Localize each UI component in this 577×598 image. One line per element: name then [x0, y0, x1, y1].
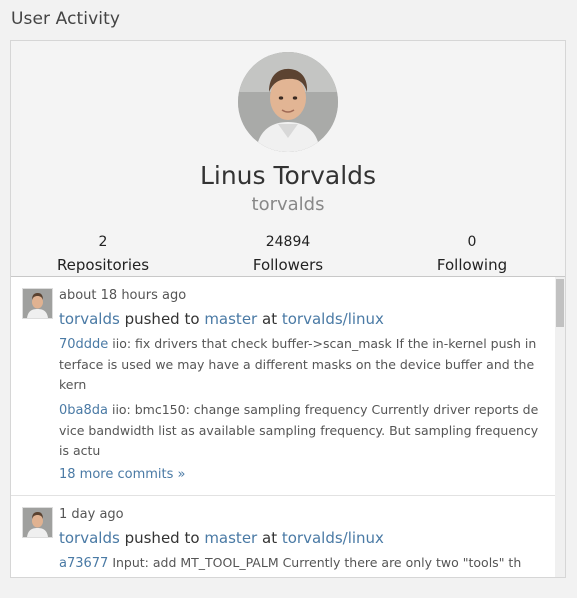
commit-item: 0ba8da iio: bmc150: change sampling freq…: [59, 400, 541, 461]
avatar-thumbnail-image: [23, 289, 52, 318]
stat-following[interactable]: 0 Following: [402, 233, 542, 275]
commit-item: 70ddde iio: fix drivers that check buffe…: [59, 334, 541, 395]
profile-username: torvalds: [251, 194, 325, 215]
commit-sha-link[interactable]: 70ddde: [59, 337, 108, 352]
event-user-link[interactable]: torvalds: [59, 310, 120, 328]
event-time: about 18 hours ago: [59, 288, 187, 303]
stat-repositories[interactable]: 2 Repositories: [33, 233, 173, 275]
event-branch-link[interactable]: master: [204, 529, 257, 547]
feed-scrollbar-thumb[interactable]: [556, 279, 564, 327]
profile-name: Linus Torvalds: [199, 161, 377, 190]
activity-feed[interactable]: about 18 hours ago torvalds pushed to ma…: [11, 276, 565, 577]
event-preposition: at: [262, 310, 278, 328]
stat-repositories-value: 2: [98, 234, 108, 250]
stat-followers-value: 24894: [265, 234, 311, 250]
commit-message: iio: fix drivers that check buffer->scan…: [59, 336, 537, 392]
feed-scrollbar[interactable]: [555, 277, 565, 577]
event-branch-link[interactable]: master: [204, 310, 257, 328]
avatar-portrait-image: [238, 52, 338, 152]
event-time: 1 day ago: [59, 507, 124, 522]
event-verb: pushed to: [124, 310, 200, 328]
commit-item: a73677 Input: add MT_TOOL_PALM Currently…: [59, 553, 541, 574]
event-avatar[interactable]: [22, 507, 53, 538]
event-verb: pushed to: [124, 529, 200, 547]
avatar-thumbnail-image: [23, 508, 52, 537]
stat-followers-label: Followers: [252, 256, 324, 274]
commit-sha-link[interactable]: 0ba8da: [59, 403, 108, 418]
stat-repositories-label: Repositories: [56, 256, 150, 274]
stat-following-label: Following: [436, 256, 508, 274]
stat-followers[interactable]: 24894 Followers: [218, 233, 358, 275]
more-commits-link[interactable]: 18 more commits »: [59, 467, 185, 482]
activity-event: about 18 hours ago torvalds pushed to ma…: [11, 277, 555, 496]
stat-following-value: 0: [467, 234, 477, 250]
event-repo-link[interactable]: torvalds/linux: [282, 529, 384, 547]
event-action: torvalds pushed to master at torvalds/li…: [59, 529, 384, 547]
profile-header: Linus Torvalds torvalds 2 Repositories 2…: [11, 41, 565, 275]
profile-avatar: [238, 52, 338, 152]
event-repo-link[interactable]: torvalds/linux: [282, 310, 384, 328]
event-action: torvalds pushed to master at torvalds/li…: [59, 310, 384, 328]
page-title: User Activity: [11, 9, 121, 29]
activity-event: 1 day ago torvalds pushed to master at t…: [11, 496, 555, 577]
user-activity-card: Linus Torvalds torvalds 2 Repositories 2…: [10, 40, 566, 578]
event-user-link[interactable]: torvalds: [59, 529, 120, 547]
event-preposition: at: [262, 529, 278, 547]
commit-sha-link[interactable]: a73677: [59, 556, 108, 571]
commit-message: iio: bmc150: change sampling frequency C…: [59, 402, 539, 458]
event-avatar[interactable]: [22, 288, 53, 319]
commit-message: Input: add MT_TOOL_PALM Currently there …: [112, 555, 522, 570]
